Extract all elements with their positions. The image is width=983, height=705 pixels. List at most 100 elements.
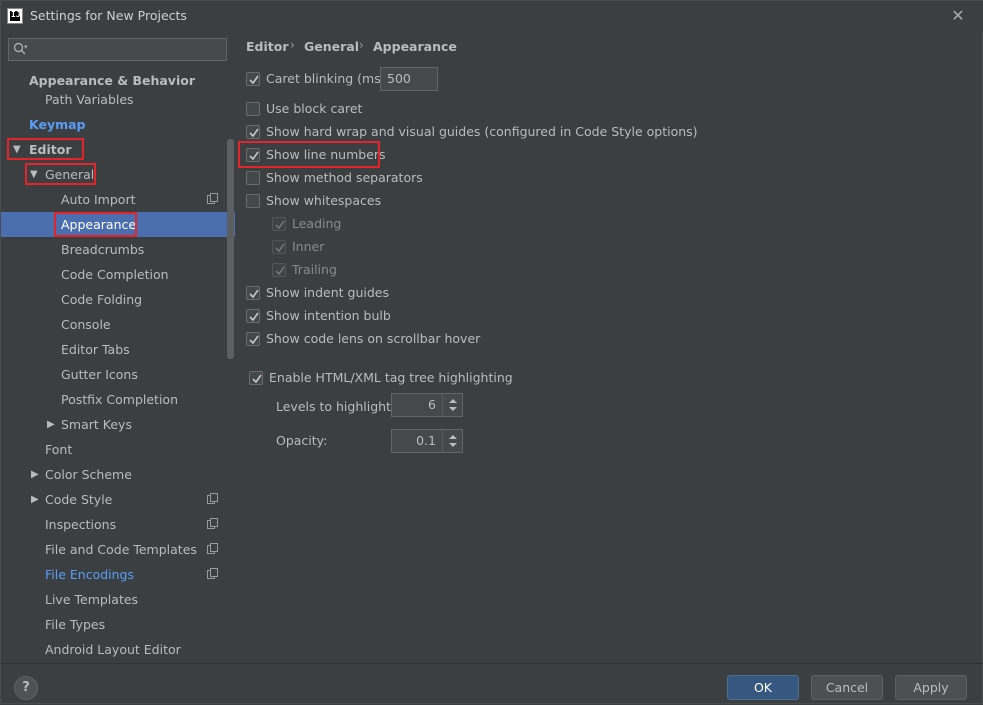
dialog-button-bar: ? OK Cancel Apply — [1, 663, 983, 705]
sidebar-item-label: Font — [45, 442, 73, 457]
sidebar-item-color-scheme[interactable]: ▶ Color Scheme — [1, 462, 227, 487]
sidebar-item-label: Editor — [29, 142, 72, 157]
project-settings-icon — [207, 518, 218, 529]
levels-spinner[interactable]: 6 — [391, 393, 463, 417]
opacity-label: Opacity: — [276, 433, 328, 448]
spinner-arrows-icon[interactable] — [442, 394, 462, 416]
indent-guides-checkbox[interactable] — [246, 286, 260, 300]
project-settings-icon — [207, 568, 218, 579]
expand-arrow-icon[interactable]: ▶ — [31, 462, 39, 487]
sidebar-item-label: Inspections — [45, 517, 117, 532]
breadcrumb-separator-icon: › — [290, 38, 295, 52]
sidebar-item-label: File Types — [45, 617, 106, 632]
sidebar-item-breadcrumbs[interactable]: Breadcrumbs — [1, 237, 227, 262]
indent-guides-label: Show indent guides — [266, 285, 389, 300]
sidebar-item-keymap[interactable]: Keymap — [1, 112, 227, 137]
hard-wrap-label: Show hard wrap and visual guides (config… — [266, 124, 698, 139]
code-lens-checkbox[interactable] — [246, 332, 260, 346]
sidebar-item-label: Postfix Completion — [61, 392, 178, 407]
ok-button[interactable]: OK — [727, 675, 799, 700]
sidebar-item-auto-import[interactable]: Auto Import — [1, 187, 227, 212]
method-separators-label: Show method separators — [266, 170, 423, 185]
opacity-value: 0.1 — [416, 433, 436, 448]
apply-button[interactable]: Apply — [895, 675, 967, 700]
expand-arrow-icon[interactable]: ▼ — [13, 137, 21, 162]
sidebar-item-path-variables[interactable]: Path Variables — [1, 87, 227, 112]
sidebar-item-appearance[interactable]: Appearance — [1, 212, 235, 237]
sidebar-item-label: Live Templates — [45, 592, 139, 607]
inner-checkbox — [272, 240, 286, 254]
sidebar-item-smart-keys[interactable]: ▶ Smart Keys — [1, 412, 227, 437]
breadcrumb-separator-icon: › — [359, 38, 364, 52]
sidebar-item-android-layout-editor[interactable]: Android Layout Editor — [1, 637, 227, 662]
breadcrumb-item: Appearance — [373, 39, 457, 54]
sidebar-item-general[interactable]: ▼ General — [1, 162, 227, 187]
sidebar-item-font[interactable]: Font — [1, 437, 227, 462]
intellij-icon: IJ — [7, 8, 23, 24]
whitespaces-label: Show whitespaces — [266, 193, 382, 208]
sidebar-item-label: Keymap — [29, 117, 86, 132]
sidebar-item-inspections[interactable]: Inspections — [1, 512, 227, 537]
block-caret-label: Use block caret — [266, 101, 363, 116]
sidebar-item-code-folding[interactable]: Code Folding — [1, 287, 227, 312]
sidebar-item-file-types[interactable]: File Types — [1, 612, 227, 637]
expand-arrow-icon[interactable]: ▼ — [30, 162, 38, 187]
sidebar-item-label: File Encodings — [45, 567, 135, 582]
line-numbers-label: Show line numbers — [266, 147, 386, 162]
sidebar-item-label: General — [45, 167, 95, 182]
caret-blinking-checkbox[interactable] — [246, 72, 260, 86]
inner-label: Inner — [292, 239, 325, 254]
whitespaces-checkbox[interactable] — [246, 194, 260, 208]
hard-wrap-checkbox[interactable] — [246, 125, 260, 139]
breadcrumb-item: Editor — [246, 39, 289, 54]
line-numbers-checkbox[interactable] — [246, 148, 260, 162]
sidebar-item-file-encodings[interactable]: File Encodings — [1, 562, 227, 587]
opacity-spinner[interactable]: 0.1 — [391, 429, 463, 453]
sidebar-item-label: Auto Import — [61, 192, 136, 207]
sidebar-item-label: Android Layout Editor — [45, 642, 181, 657]
sidebar-item-label: Editor Tabs — [61, 342, 130, 357]
sidebar-item-gutter-icons[interactable]: Gutter Icons — [1, 362, 227, 387]
expand-arrow-icon[interactable]: ▶ — [47, 412, 55, 437]
sidebar-item-postfix-completion[interactable]: Postfix Completion — [1, 387, 227, 412]
sidebar-item-console[interactable]: Console — [1, 312, 227, 337]
search-input[interactable]: ▾ — [8, 38, 227, 61]
project-settings-icon — [207, 193, 218, 204]
spinner-arrows-icon[interactable] — [442, 430, 462, 452]
block-caret-checkbox[interactable] — [246, 102, 260, 116]
levels-value: 6 — [428, 397, 436, 412]
method-separators-checkbox[interactable] — [246, 171, 260, 185]
intention-bulb-checkbox[interactable] — [246, 309, 260, 323]
sidebar-item-label: Color Scheme — [45, 467, 132, 482]
trailing-checkbox — [272, 263, 286, 277]
sidebar-item-label: Gutter Icons — [61, 367, 138, 382]
settings-content: Editor › General › Appearance Caret blin… — [235, 31, 983, 663]
sidebar-item-label: File and Code Templates — [45, 542, 197, 557]
help-button[interactable]: ? — [14, 676, 38, 700]
sidebar-item-label: Smart Keys — [61, 417, 132, 432]
trailing-label: Trailing — [292, 262, 337, 277]
sidebar-item-code-completion[interactable]: Code Completion — [1, 262, 227, 287]
sidebar-item-live-templates[interactable]: Live Templates — [1, 587, 227, 612]
search-dropdown-icon: ▾ — [24, 43, 28, 51]
leading-checkbox — [272, 217, 286, 231]
tag-tree-label: Enable HTML/XML tag tree highlighting — [269, 370, 513, 385]
sidebar-item-label: Breadcrumbs — [61, 242, 145, 257]
expand-arrow-icon[interactable]: ▶ — [31, 487, 39, 512]
sidebar-item-label: Appearance — [61, 217, 137, 232]
sidebar-scrollbar[interactable] — [227, 139, 234, 359]
sidebar-item-code-style[interactable]: ▶ Code Style — [1, 487, 227, 512]
sidebar-item-label: Console — [61, 317, 111, 332]
sidebar-item-file-code-templates[interactable]: File and Code Templates — [1, 537, 227, 562]
sidebar-item-editor-tabs[interactable]: Editor Tabs — [1, 337, 227, 362]
settings-sidebar: ▾ Appearance & Behavior Path Variables K… — [1, 31, 235, 663]
caret-blinking-input[interactable]: 500 — [380, 67, 438, 91]
cancel-button[interactable]: Cancel — [811, 675, 883, 700]
close-button[interactable]: ✕ — [945, 5, 971, 27]
settings-window: IJ Settings for New Projects ✕ ▾ Appeara… — [0, 0, 983, 704]
project-settings-icon — [207, 543, 218, 554]
window-title: Settings for New Projects — [30, 8, 187, 23]
tag-tree-checkbox[interactable] — [249, 371, 263, 385]
sidebar-item-editor[interactable]: ▼ Editor — [1, 137, 227, 162]
project-settings-icon — [207, 493, 218, 504]
